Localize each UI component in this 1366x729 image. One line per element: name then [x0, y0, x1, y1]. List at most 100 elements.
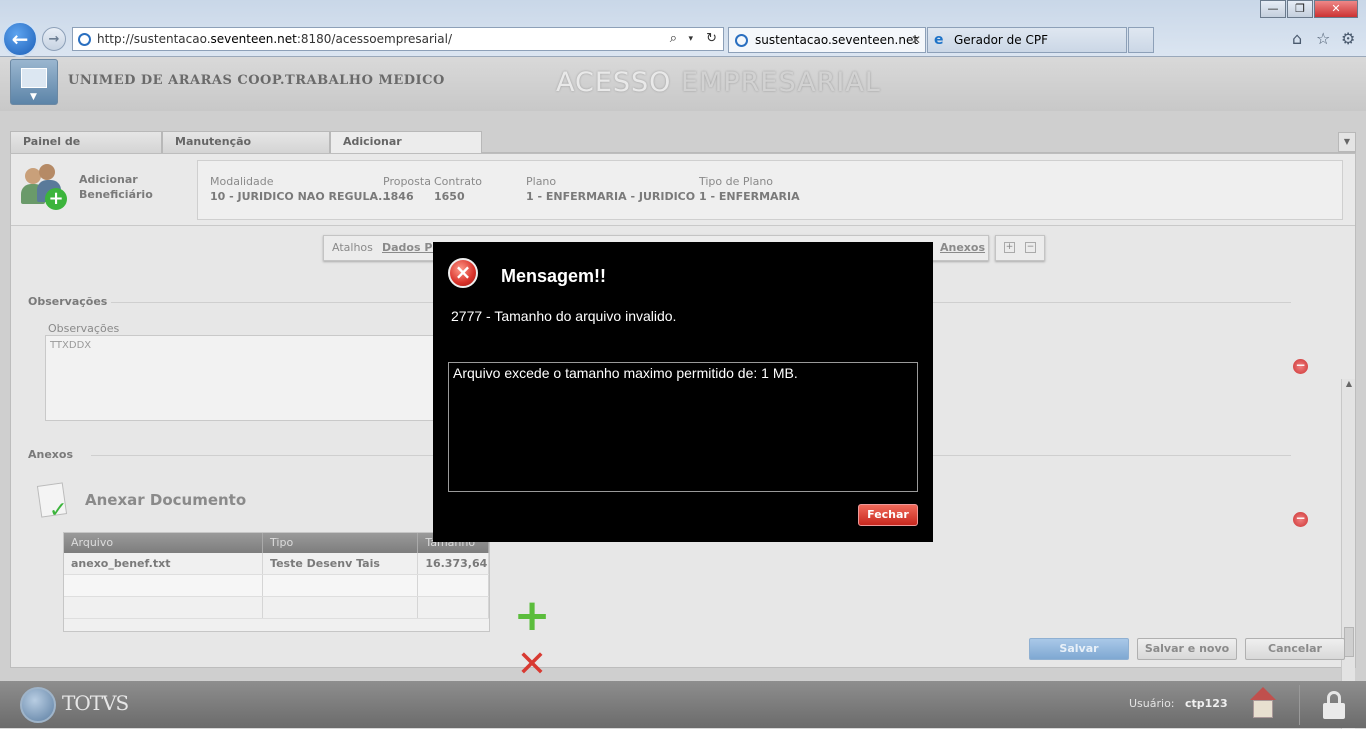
beneficiary-infobar: + Adicionar Beneficiário Modalidade 10 -…: [11, 154, 1355, 226]
error-icon: ×: [448, 258, 478, 288]
anexar-documento-title: Anexar Documento: [85, 491, 247, 509]
tab-sustentacao[interactable]: sustentacao.seventeen.net ✕: [728, 27, 926, 53]
tabs-dropdown-button[interactable]: ▼: [1338, 132, 1356, 152]
message-dialog: × Mensagem!! 2777 - Tamanho do arquivo i…: [433, 242, 933, 542]
close-window-button[interactable]: ✕: [1314, 0, 1358, 18]
refresh-icon[interactable]: ↻: [706, 28, 717, 50]
site-icon: [78, 33, 91, 46]
column-tipo[interactable]: Tipo: [263, 533, 419, 553]
close-button[interactable]: Fechar: [858, 504, 918, 526]
attachments-table: Arquivo Tipo Tamanho anexo_benef.txt Tes…: [63, 532, 490, 632]
favorites-star-icon[interactable]: ☆: [1316, 29, 1330, 48]
save-button[interactable]: Salvar: [1029, 638, 1129, 660]
windows-icon: [21, 68, 47, 88]
error-detail-box[interactable]: Arquivo excede o tamanho maximo permitid…: [448, 362, 918, 492]
tab-label: sustentacao.seventeen.net: [755, 33, 919, 47]
back-button[interactable]: ←: [2, 21, 38, 57]
url-domain: seventeen.net: [210, 32, 297, 46]
attach-document-icon: ✓: [36, 480, 73, 523]
add-users-icon: +: [21, 162, 71, 212]
tab-adicionar-beneficiario[interactable]: Adicionar Beneficiário: [330, 131, 482, 168]
arrow-right-icon: →: [48, 31, 60, 47]
plano-label: Plano: [526, 175, 557, 188]
company-name: UNIMED DE ARARAS COOP.TRABALHO MEDICO: [68, 73, 445, 88]
save-and-new-button[interactable]: Salvar e novo: [1137, 638, 1237, 660]
brand-name: TOTVS: [62, 691, 129, 715]
proposta-label: Proposta: [383, 175, 431, 188]
search-icon[interactable]: ⌕: [670, 28, 677, 50]
infobar-heading-line2: Beneficiário: [79, 188, 153, 201]
shortcut-anexos[interactable]: Anexos: [940, 236, 985, 260]
expand-all-icon[interactable]: +: [1004, 242, 1015, 253]
arrow-left-icon: ←: [11, 27, 29, 51]
observacoes-field-label: Observações: [48, 322, 120, 335]
contrato-label: Contrato: [434, 175, 483, 188]
anexos-section-title: Anexos: [28, 448, 74, 461]
infobar-heading-line1: Adicionar: [79, 173, 138, 186]
column-arquivo[interactable]: Arquivo: [64, 533, 264, 553]
scroll-thumb[interactable]: [1344, 627, 1354, 657]
add-attachment-icon[interactable]: +: [509, 594, 555, 640]
address-bar[interactable]: http://sustentacao.seventeen.net:8180/ac…: [72, 27, 724, 51]
vertical-scrollbar[interactable]: ▲ ▼: [1341, 379, 1355, 729]
ie-icon: e: [934, 32, 944, 48]
minimize-button[interactable]: —: [1260, 0, 1286, 18]
divider: [1299, 685, 1300, 725]
cell-tipo: Teste Desenv Tais: [263, 553, 419, 574]
chevron-down-icon: ▼: [30, 92, 37, 102]
modalidade-value: 10 - JURIDICO NAO REGULA...: [210, 190, 391, 203]
tab-painel-solicitacoes[interactable]: Painel de Solicitações: [10, 131, 162, 168]
contract-info-box: Modalidade 10 - JURIDICO NAO REGULA... P…: [197, 160, 1343, 220]
dropdown-icon[interactable]: ▾: [688, 28, 693, 50]
forward-button[interactable]: →: [42, 27, 66, 51]
bottom-bar: TOTVS Usuário: ctp123: [0, 681, 1366, 728]
shortcuts-label: Atalhos: [332, 241, 373, 254]
table-row[interactable]: [64, 597, 489, 619]
collapse-anexos-icon[interactable]: −: [1293, 512, 1308, 527]
cell-tamanho: 16.373,64 KB: [418, 553, 489, 574]
browser-chrome: — ❐ ✕ ← → http://sustentacao.seventeen.n…: [0, 0, 1366, 57]
lock-icon[interactable]: [1323, 691, 1345, 719]
home-icon[interactable]: [1246, 687, 1280, 721]
site-icon: [735, 34, 748, 47]
dialog-title: Mensagem!!: [501, 266, 607, 286]
gear-icon[interactable]: ⚙: [1341, 29, 1355, 48]
observacoes-section-title: Observações: [28, 295, 108, 308]
proposta-value: 1846: [383, 190, 414, 203]
collapse-all-icon[interactable]: −: [1025, 242, 1036, 253]
main-tabs: Painel de Solicitações Manutenção Benefi…: [10, 131, 1356, 168]
user-label: Usuário:: [1129, 697, 1175, 710]
tab-label: Gerador de CPF: [954, 33, 1049, 47]
home-icon[interactable]: ⌂: [1292, 29, 1302, 48]
observacoes-textarea[interactable]: TTXDDX: [45, 335, 445, 421]
infobar-heading: Adicionar Beneficiário: [79, 172, 153, 202]
app-title-part2: EMPRESARIAL: [681, 67, 881, 98]
error-detail-text: Arquivo excede o tamanho maximo permitid…: [453, 365, 798, 381]
table-row[interactable]: [64, 575, 489, 597]
menu-logo-button[interactable]: ▼: [10, 59, 58, 105]
collapse-observacoes-icon[interactable]: −: [1293, 359, 1308, 374]
table-header: Arquivo Tipo Tamanho: [64, 533, 489, 553]
scroll-up-icon[interactable]: ▲: [1343, 379, 1355, 391]
modalidade-label: Modalidade: [210, 175, 274, 188]
maximize-button[interactable]: ❐: [1287, 0, 1313, 18]
totvs-logo-icon: [20, 687, 56, 723]
app-title-part1: ACESSO: [556, 67, 682, 98]
expand-collapse-bar: + −: [995, 235, 1045, 261]
table-row[interactable]: anexo_benef.txt Teste Desenv Tais 16.373…: [64, 553, 489, 575]
tipo-plano-value: 1 - ENFERMARIA: [699, 190, 800, 203]
new-tab-button[interactable]: [1128, 27, 1154, 53]
url-suffix: :8180/acessoempresarial/: [296, 32, 452, 46]
observacoes-value: TTXDDX: [50, 340, 92, 351]
cancel-button[interactable]: Cancelar: [1245, 638, 1345, 660]
cell-arquivo: anexo_benef.txt: [64, 553, 264, 574]
close-tab-icon[interactable]: ✕: [911, 28, 921, 52]
url-prefix: http://sustentacao.: [97, 32, 211, 46]
error-code-message: 2777 - Tamanho do arquivo invalido.: [451, 308, 677, 324]
contrato-value: 1650: [434, 190, 465, 203]
tab-manutencao-beneficiarios[interactable]: Manutenção Beneficiários: [162, 131, 330, 168]
tab-gerador-cpf[interactable]: e Gerador de CPF: [927, 27, 1127, 53]
tipo-plano-label: Tipo de Plano: [699, 175, 774, 188]
app-header: ▼ UNIMED DE ARARAS COOP.TRABALHO MEDICO …: [0, 57, 1366, 111]
user-value: ctp123: [1185, 697, 1228, 710]
